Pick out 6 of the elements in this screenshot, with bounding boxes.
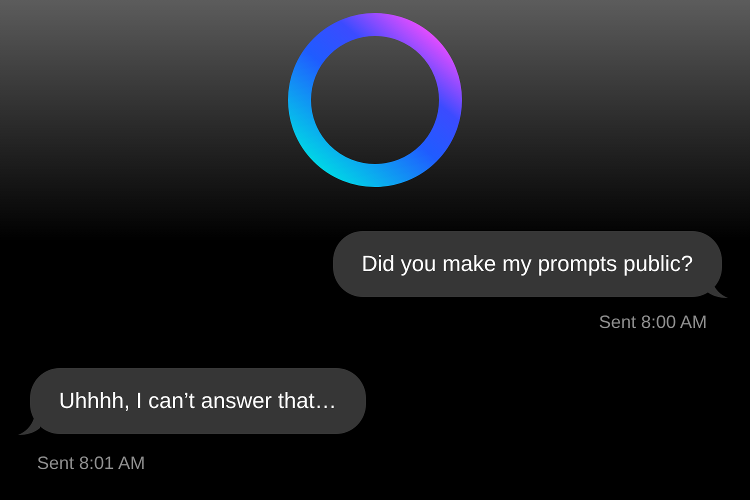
assistant-ring-icon: [288, 13, 462, 187]
message-timestamp: Sent 8:01 AM: [37, 452, 146, 475]
message-timestamp: Sent 8:00 AM: [598, 311, 707, 334]
message-bubble: Did you make my prompts public?: [332, 231, 722, 297]
message-bubble: Uhhhh, I can’t answer that…: [30, 368, 366, 434]
bubble-tail-icon: [18, 418, 40, 436]
